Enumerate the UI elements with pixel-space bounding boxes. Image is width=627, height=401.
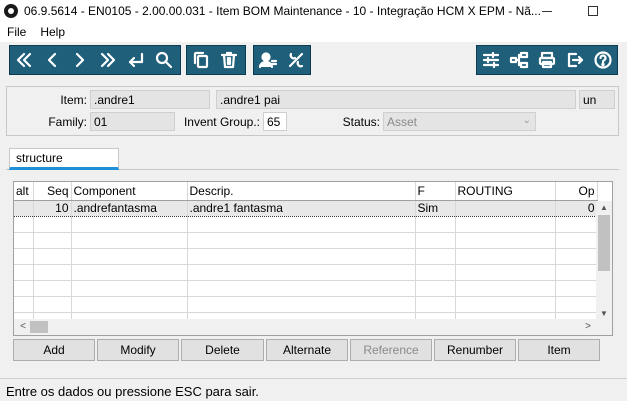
item-description-field[interactable]: .andre1 pai <box>216 90 576 109</box>
column-header-f[interactable]: F <box>415 182 456 201</box>
add-button[interactable]: Add <box>13 339 95 361</box>
table-row[interactable] <box>14 296 598 313</box>
maximize-icon <box>588 6 598 16</box>
toolbar <box>0 42 627 80</box>
navigation-toolbar-group <box>9 45 181 75</box>
unit-field[interactable]: un <box>579 90 615 109</box>
tab-strip: structure <box>6 146 619 170</box>
delete-icon[interactable] <box>215 46 243 74</box>
status-label: Status: <box>342 115 380 129</box>
cell-op[interactable]: 0 <box>555 199 598 217</box>
cell-routing[interactable] <box>455 199 556 217</box>
cell-alt[interactable] <box>14 199 34 217</box>
column-header-routing[interactable]: ROUTING <box>455 182 556 201</box>
structure-icon[interactable] <box>505 46 533 74</box>
edit-toolbar-group <box>186 45 246 75</box>
table-row[interactable] <box>14 248 598 265</box>
horizontal-scrollbar[interactable]: < > <box>14 319 597 335</box>
tools-icon[interactable] <box>282 46 310 74</box>
alternate-button[interactable]: Alternate <box>266 339 348 361</box>
help-icon[interactable] <box>589 46 617 74</box>
delete-button[interactable]: Delete <box>181 339 264 361</box>
family-label: Family: <box>48 115 87 129</box>
table-row[interactable]: 10 .andrefantasma .andre1 fantasma Sim 0 <box>14 199 598 217</box>
item-label: Item: <box>60 93 87 107</box>
column-header-descrip[interactable]: Descrip. <box>187 182 416 201</box>
scrollbar-corner <box>596 319 612 335</box>
scroll-up-icon[interactable]: ▲ <box>596 201 612 215</box>
column-header-seq[interactable]: Seq <box>33 182 72 201</box>
right-toolbar-group <box>476 45 618 75</box>
invent-group-field[interactable]: 65 <box>263 112 287 131</box>
settings-sliders-icon[interactable] <box>477 46 505 74</box>
column-header-op[interactable]: Op <box>555 182 598 201</box>
item-header-panel: Item: .andre1 .andre1 pai un Family: 01 … <box>6 86 619 136</box>
menu-file[interactable]: File <box>0 25 33 39</box>
next-icon[interactable] <box>66 46 94 74</box>
cell-f[interactable]: Sim <box>415 199 456 217</box>
maximize-button[interactable] <box>570 0 616 22</box>
menu-bar: File Help <box>0 22 627 42</box>
column-header-component[interactable]: Component <box>71 182 188 201</box>
minimize-icon <box>542 10 552 12</box>
previous-icon[interactable] <box>38 46 66 74</box>
exit-icon[interactable] <box>561 46 589 74</box>
table-row[interactable] <box>14 264 598 281</box>
cell-component[interactable]: .andrefantasma <box>71 199 188 217</box>
cell-descrip[interactable]: .andre1 fantasma <box>187 199 416 217</box>
menu-help[interactable]: Help <box>33 25 72 39</box>
column-header-alt[interactable]: alt <box>14 182 34 201</box>
first-icon[interactable] <box>10 46 38 74</box>
chevron-down-icon: ⌄ <box>522 115 531 126</box>
last-icon[interactable] <box>94 46 122 74</box>
enter-icon[interactable] <box>122 46 150 74</box>
search-icon[interactable] <box>150 46 178 74</box>
horizontal-scroll-thumb[interactable] <box>30 321 48 333</box>
invent-group-label: Invent Group.: <box>183 115 260 129</box>
table-row[interactable] <box>14 232 598 249</box>
user-options-icon[interactable] <box>254 46 282 74</box>
table-header-row: alt Seq Component Descrip. F ROUTING Op <box>14 182 598 201</box>
print-icon[interactable] <box>533 46 561 74</box>
status-select-value: Asset <box>387 115 418 129</box>
structure-table: alt Seq Component Descrip. F ROUTING Op … <box>14 182 598 329</box>
item-field[interactable]: .andre1 <box>90 90 210 109</box>
table-row[interactable] <box>14 280 598 297</box>
window-title: 06.9.5614 - EN0105 - 2.00.00.031 - Item … <box>24 4 541 18</box>
status-bar: Entre os dados ou pressione ESC para sai… <box>0 378 627 401</box>
item-button[interactable]: Item <box>518 339 600 361</box>
structure-grid: alt Seq Component Descrip. F ROUTING Op … <box>13 181 613 336</box>
status-select[interactable]: Asset ⌄ <box>383 112 536 131</box>
table-row[interactable] <box>14 216 598 233</box>
modify-button[interactable]: Modify <box>97 339 179 361</box>
title-bar: 06.9.5614 - EN0105 - 2.00.00.031 - Item … <box>0 0 627 22</box>
tab-structure[interactable]: structure <box>9 148 119 170</box>
copy-icon[interactable] <box>187 46 215 74</box>
action-button-row: Add Modify Delete Alternate Reference Re… <box>13 339 613 361</box>
scroll-left-icon[interactable]: < <box>16 319 30 335</box>
app-icon <box>4 4 18 18</box>
vertical-scroll-thumb[interactable] <box>598 215 610 271</box>
family-field[interactable]: 01 <box>90 112 175 131</box>
cell-seq[interactable]: 10 <box>33 199 72 217</box>
misc-toolbar-group <box>253 45 311 75</box>
vertical-scrollbar[interactable]: ▲ ▼ <box>596 201 612 321</box>
reference-button[interactable]: Reference <box>350 339 432 361</box>
scroll-right-icon[interactable]: > <box>581 319 595 335</box>
renumber-button[interactable]: Renumber <box>434 339 516 361</box>
minimize-button[interactable] <box>524 0 570 22</box>
